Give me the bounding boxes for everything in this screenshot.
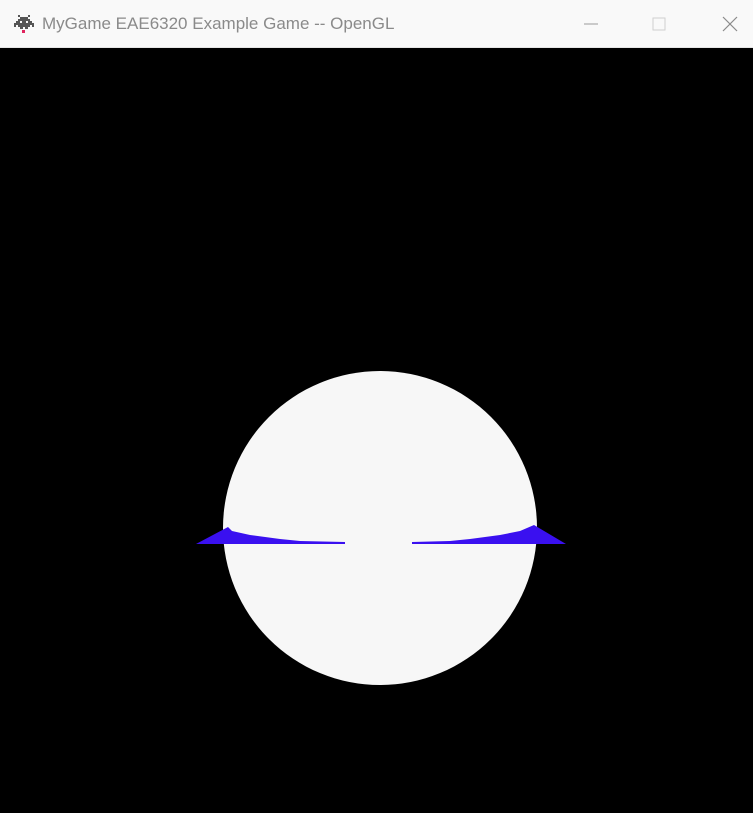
minimize-icon: [584, 23, 598, 24]
space-invader-icon: [14, 15, 34, 33]
game-viewport[interactable]: [0, 48, 753, 813]
window-title: MyGame EAE6320 Example Game -- OpenGL: [42, 14, 395, 33]
game-scene: [196, 371, 566, 685]
title-bar[interactable]: MyGame EAE6320 Example Game -- OpenGL: [0, 0, 753, 48]
maximize-icon: [652, 17, 666, 30]
white-sphere: [223, 371, 537, 685]
close-icon: [722, 16, 738, 31]
game-window: MyGame EAE6320 Example Game -- OpenGL: [0, 0, 753, 813]
maximize-button[interactable]: [636, 0, 682, 47]
close-button[interactable]: [707, 0, 753, 47]
minimize-button[interactable]: [568, 0, 614, 47]
